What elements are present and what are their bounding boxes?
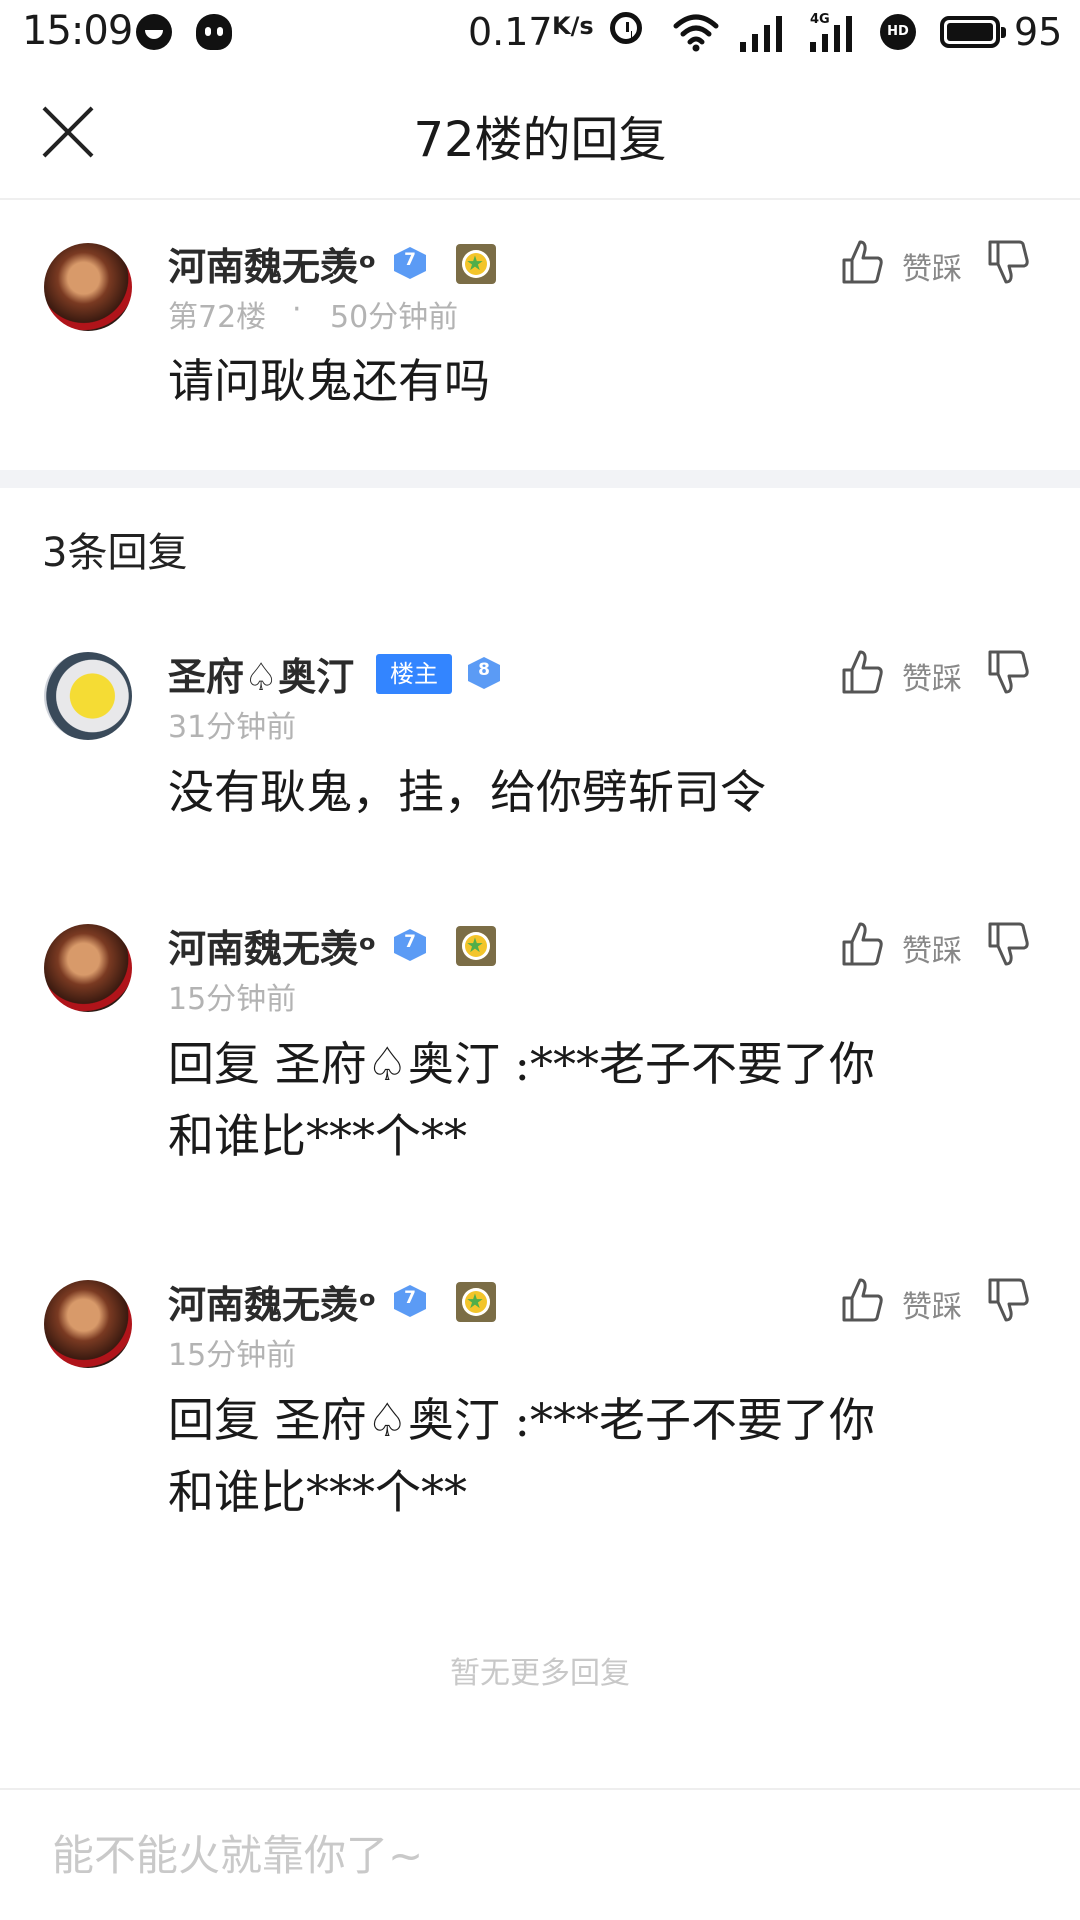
vote-label: 赞踩 <box>902 1290 962 1325</box>
username[interactable]: 河南魏无羡ᵒ <box>168 918 377 973</box>
reply-time: 15分钟前 <box>168 1338 297 1373</box>
reply-time: 31分钟前 <box>168 710 297 745</box>
level-number: 8 <box>478 660 490 680</box>
reply-input[interactable] <box>52 1820 1032 1890</box>
level-number: 7 <box>404 932 416 952</box>
status-time: 15:09 <box>22 8 133 54</box>
post-time: 50分钟前 <box>330 300 459 335</box>
username[interactable]: 河南魏无羡ᵒ <box>168 1274 377 1329</box>
header-divider <box>0 198 1080 200</box>
hd-voice-icon: HD <box>880 14 916 50</box>
thumbs-down-icon[interactable] <box>986 920 1030 968</box>
thumbs-down-icon[interactable] <box>986 648 1030 696</box>
no-more-replies-label: 暂无更多回复 <box>450 1656 630 1691</box>
avatar[interactable] <box>44 924 132 1012</box>
meta-dot: · <box>292 292 302 327</box>
lte-label: 4G <box>810 12 830 27</box>
medal-icon <box>456 244 496 284</box>
username[interactable]: 河南魏无羡ᵒ <box>168 236 377 291</box>
thumbs-down-icon[interactable] <box>986 1276 1030 1324</box>
section-divider <box>0 470 1080 488</box>
medal-icon <box>456 1282 496 1322</box>
post-content: 请问耿鬼还有吗 <box>168 354 490 408</box>
thumbs-up-icon[interactable] <box>840 920 884 968</box>
level-number: 7 <box>404 250 416 270</box>
vote-label: 赞踩 <box>902 252 962 287</box>
battery-icon <box>940 16 1006 48</box>
page-title: 72楼的回复 <box>413 112 667 168</box>
vote-label: 赞踩 <box>902 934 962 969</box>
thumbs-up-icon[interactable] <box>840 1276 884 1324</box>
floor-number: 第72楼 <box>168 300 267 335</box>
owner-badge: 楼主 <box>376 654 452 694</box>
chat-notification-icon <box>196 14 232 50</box>
thumbs-up-icon[interactable] <box>840 648 884 696</box>
thumbs-down-icon[interactable] <box>986 238 1030 286</box>
network-speed: 0.17 <box>468 10 553 54</box>
reply-count: 3条回复 <box>42 530 188 576</box>
reply-content[interactable]: 没有耿鬼，挂，给你劈斩司令 <box>168 756 766 828</box>
input-divider <box>0 1788 1080 1790</box>
vote-label: 赞踩 <box>902 662 962 697</box>
avatar[interactable] <box>44 243 132 331</box>
alarm-icon <box>610 12 642 44</box>
avatar[interactable] <box>44 1280 132 1368</box>
avatar[interactable] <box>44 652 132 740</box>
username[interactable]: 圣府♤奥汀 <box>168 646 354 701</box>
reply-content[interactable]: 回复 圣府♤奥汀 :***老子不要了你 和谁比***个** <box>168 1028 1028 1172</box>
status-bar: 15:09 0.17 K/s 4G HD 95 <box>0 0 1080 70</box>
level-number: 7 <box>404 1288 416 1308</box>
thumbs-up-icon[interactable] <box>840 238 884 286</box>
wifi-icon <box>673 14 719 52</box>
cell-signal-icon <box>740 16 782 52</box>
reply-time: 15分钟前 <box>168 982 297 1017</box>
network-speed-unit: K/s <box>552 12 594 40</box>
reply-content[interactable]: 回复 圣府♤奥汀 :***老子不要了你 和谁比***个** <box>168 1384 1028 1528</box>
battery-level: 95 <box>1014 10 1063 54</box>
medal-icon <box>456 926 496 966</box>
notification-emoji-icon <box>136 14 172 50</box>
